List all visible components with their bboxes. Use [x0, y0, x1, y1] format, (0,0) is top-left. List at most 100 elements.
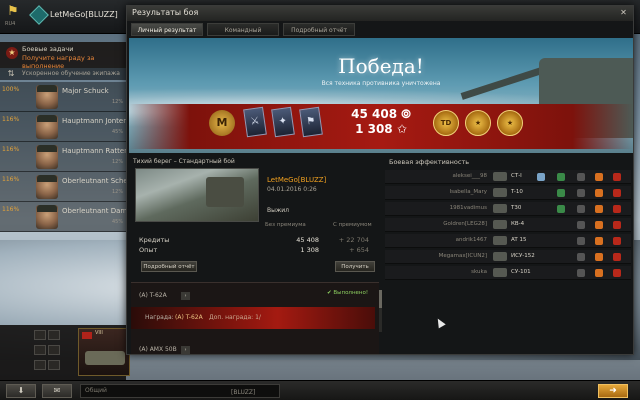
damage-icon — [595, 173, 603, 181]
player-name: LetMeGo[BLUZZ] — [267, 176, 327, 184]
download-icon[interactable]: ⬇ — [6, 384, 36, 398]
send-arrow-icon[interactable]: ➜ — [598, 384, 628, 398]
vehicle-icon — [85, 351, 125, 365]
battle-date: 04.01.2016 0:26 — [267, 186, 317, 193]
ribbon-medal-icon[interactable]: TD — [433, 110, 459, 136]
crew-portrait — [36, 115, 58, 139]
hit-icon — [577, 189, 585, 197]
filter-button[interactable] — [34, 330, 46, 340]
credits-label: Кредиты — [139, 236, 170, 244]
destroyed-icon — [613, 189, 621, 197]
quest-complete-status: ✔ Выполнено! — [327, 290, 369, 296]
player-name[interactable]: LetMeGo[BLUZZ] — [50, 10, 118, 19]
crew-portrait — [36, 145, 58, 169]
enemy-name: 1981vadimus — [449, 205, 487, 211]
battle-quests-panel[interactable]: ★ Боевые задачи Получите награду за выпо… — [0, 42, 126, 70]
crew-member[interactable]: 116% Oberleutnant Damon 45% — [0, 202, 136, 232]
enemy-vehicle: T-10 — [511, 189, 523, 195]
destroyed-icon — [613, 221, 621, 229]
clan-emblem-icon[interactable] — [29, 5, 49, 25]
chat-input[interactable]: Общий [BLUZZ] — [80, 384, 280, 398]
expand-arrow-icon[interactable]: › — [181, 292, 190, 300]
vehicle-card[interactable]: VIII — [78, 328, 130, 376]
quests-title: Боевые задачи — [22, 45, 74, 53]
reward-value: (A) T-62A — [175, 314, 203, 321]
efficiency-row[interactable]: 1981vadimus T30 — [385, 202, 631, 216]
vehicle-icon — [493, 220, 507, 229]
expand-arrow-icon[interactable]: › — [181, 346, 190, 354]
damage-icon — [595, 269, 603, 277]
credits-earned: 45 408 ⦾ — [351, 107, 411, 121]
efficiency-row[interactable]: andrik1467 AT 15 — [385, 234, 631, 248]
crew-member[interactable]: 100% Major Schuck 12% — [0, 82, 126, 112]
crew-training-toggle[interactable]: ⇅ Ускоренное обучение экипажа — [0, 68, 126, 80]
crew-name: Hauptmann Jonter — [62, 117, 127, 125]
crew-member[interactable]: 116% Oberleutnant Schermer 12% — [0, 172, 145, 202]
spotted-icon — [537, 173, 545, 181]
damage-icon — [595, 221, 603, 229]
assist-icon — [557, 189, 565, 197]
chat-icon[interactable]: ✉ — [42, 384, 72, 398]
credits-premium: + 22 704 — [338, 236, 369, 244]
assist-icon — [557, 205, 565, 213]
enemy-name: Isabella_Mary — [449, 189, 487, 195]
enemy-name: Megamax[ICUN2] — [438, 253, 487, 259]
tab-team[interactable]: Командный результат — [207, 23, 279, 47]
filter-button[interactable] — [34, 360, 46, 370]
enemy-vehicle: ИСУ-152 — [511, 253, 535, 259]
chat-clan-tag: [BLUZZ] — [231, 389, 256, 396]
scroll-thumb[interactable] — [379, 290, 382, 308]
enemy-name: aleksei___98 — [452, 173, 488, 179]
destroyed-icon — [613, 237, 621, 245]
efficiency-row[interactable]: skuka СУ-101 — [385, 266, 631, 280]
assist-icon — [557, 173, 565, 181]
detailed-report-button[interactable]: Подробный отчёт — [141, 261, 197, 272]
damage-icon — [595, 237, 603, 245]
xp-label: Опыт — [139, 246, 158, 254]
close-icon[interactable]: ✕ — [618, 8, 629, 18]
vehicle-image — [206, 177, 244, 207]
claim-button[interactable]: Получить — [335, 261, 375, 272]
crew-skill: 45% — [112, 219, 124, 225]
window-titlebar[interactable]: Результаты боя ✕ — [127, 6, 633, 21]
crew-name: Major Schuck — [62, 87, 109, 95]
tab-detailed[interactable]: Подробный отчёт — [283, 23, 355, 36]
crew-percent: 100% — [2, 86, 20, 93]
battle-result-detail: Вся техника противника уничтожена — [321, 80, 441, 87]
crew-skill: 45% — [112, 129, 124, 135]
efficiency-row[interactable]: Megamax[ICUN2] ИСУ-152 — [385, 250, 631, 264]
hit-icon — [577, 173, 585, 181]
efficiency-row[interactable]: Isabella_Mary T-10 — [385, 186, 631, 200]
game-logo-icon[interactable]: ⚑ — [6, 4, 20, 20]
crew-member[interactable]: 116% Hauptmann Jonter 45% — [0, 112, 126, 142]
filter-button[interactable] — [34, 345, 46, 355]
training-label: Ускоренное обучение экипажа — [22, 70, 120, 77]
column-no-premium: Без премиума — [265, 222, 306, 228]
destroyed-icon — [613, 269, 621, 277]
vehicle-icon — [493, 236, 507, 245]
hit-icon — [577, 205, 585, 213]
quest-reward-band: Награда: (A) T-62A Доп. награда: 1/ — [131, 307, 375, 329]
efficiency-row[interactable]: aleksei___98 СТ-I — [385, 170, 631, 184]
xp-premium: + 654 — [349, 246, 369, 254]
efficiency-row[interactable]: Goldren[LEG28] КВ-4 — [385, 218, 631, 232]
credits-icon: ⦾ — [401, 107, 411, 121]
filter-button[interactable] — [48, 330, 60, 340]
tab-personal[interactable]: Личный результат — [131, 23, 203, 36]
crew-portrait — [36, 205, 58, 229]
ribbon-medal-icon[interactable]: ★ — [497, 110, 523, 136]
filter-button[interactable] — [48, 360, 60, 370]
crew-percent: 116% — [2, 116, 20, 123]
quest-scrollbar[interactable] — [379, 290, 382, 332]
nation-flag-icon — [82, 332, 92, 339]
vehicle-icon — [493, 172, 507, 181]
enemy-vehicle: СУ-101 — [511, 269, 531, 275]
quest-progress-panel: (A) T-62A › ✔ Выполнено! Награда: (A) T-… — [131, 282, 379, 354]
quest-name: (A) T-62A — [139, 292, 167, 299]
map-thumbnail — [135, 168, 259, 222]
ribbon-medal-icon[interactable]: ★ — [465, 110, 491, 136]
crew-member[interactable]: 116% Hauptmann Ratterbull 12% — [0, 142, 140, 172]
filter-button[interactable] — [48, 345, 60, 355]
vehicle-icon — [493, 252, 507, 261]
enemy-vehicle: СТ-I — [511, 173, 522, 179]
